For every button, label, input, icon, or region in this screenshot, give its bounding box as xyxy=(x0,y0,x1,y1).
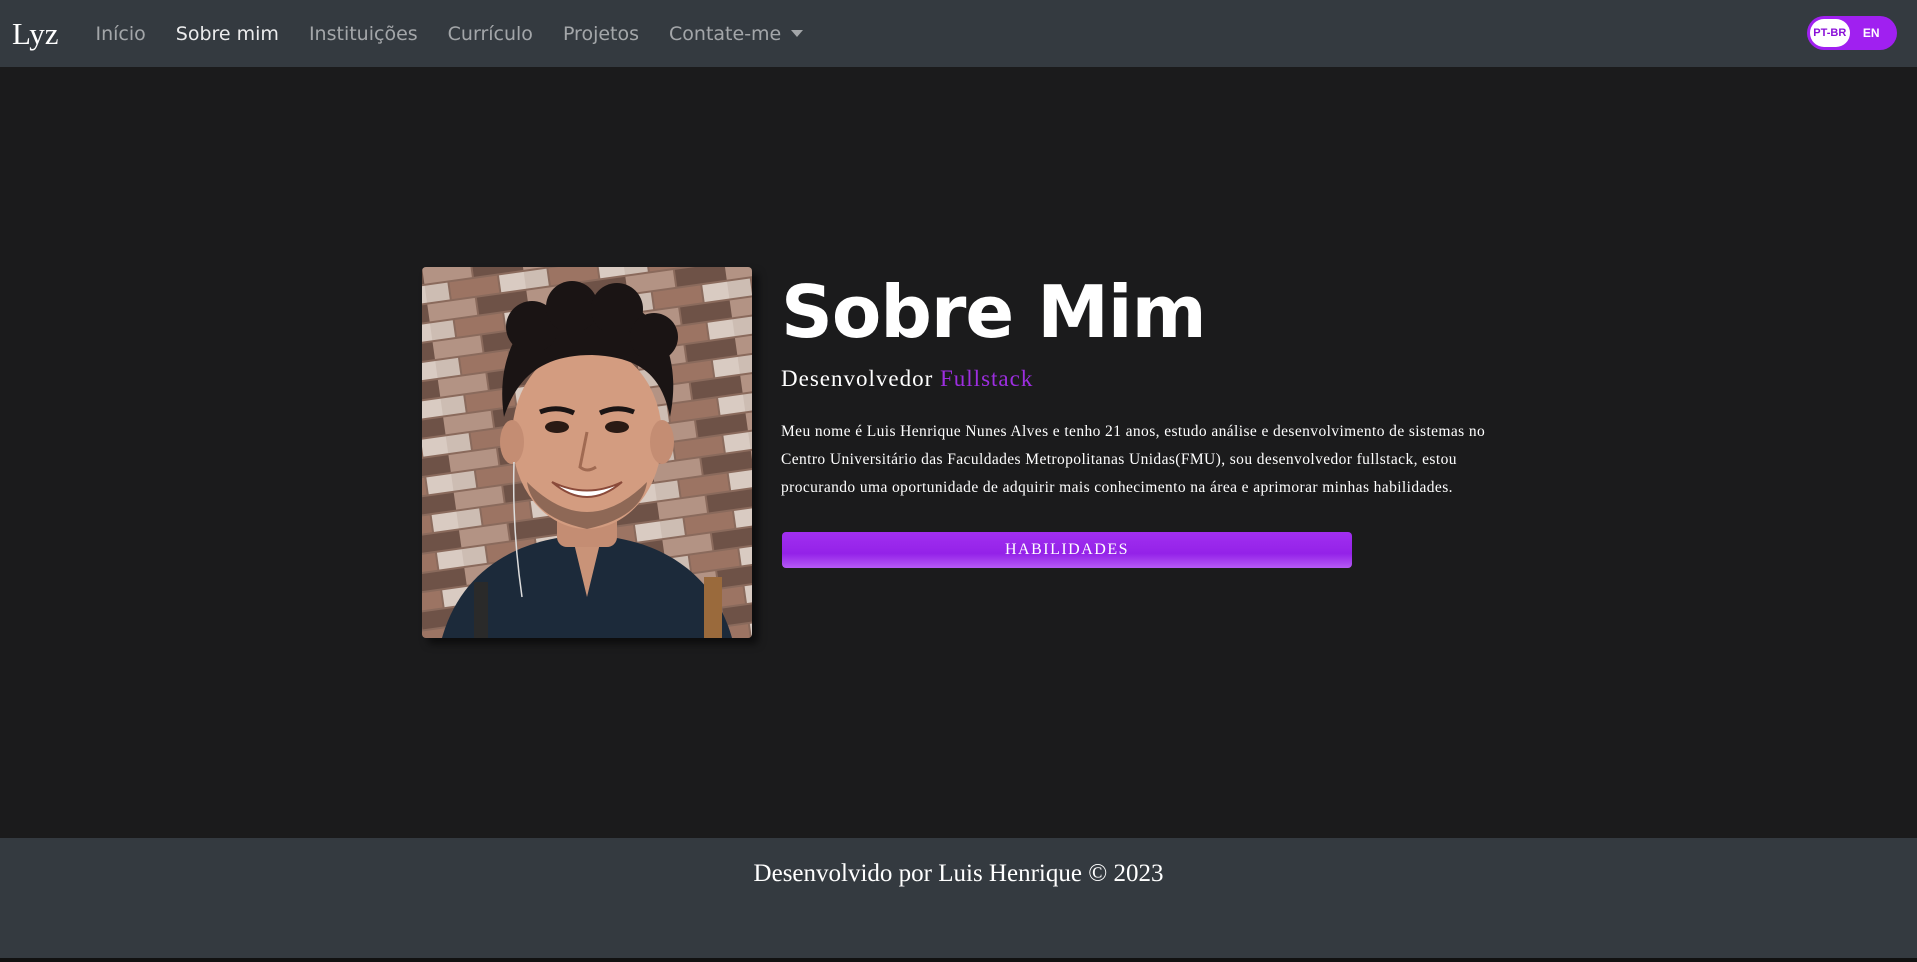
subtitle-role: Desenvolvedor xyxy=(781,366,934,391)
profile-photo xyxy=(422,267,752,638)
language-toggle[interactable]: PT-BR EN xyxy=(1807,16,1897,50)
about-section: Sobre Mim Desenvolvedor Fullstack Meu no… xyxy=(781,262,1501,502)
nav-dropdown-label: Contate-me xyxy=(669,22,782,45)
subtitle: Desenvolvedor Fullstack xyxy=(781,366,1501,400)
footer-bottom-border xyxy=(0,958,1917,962)
nav-link-projetos[interactable]: Projetos xyxy=(563,23,639,45)
nav-link-instituicoes[interactable]: Instituições xyxy=(309,23,418,45)
nav-dropdown-contate-me[interactable]: Contate-me xyxy=(669,22,804,45)
caret-down-icon xyxy=(791,30,804,37)
footer-text: Desenvolvido por Luis Henrique © 2023 xyxy=(753,860,1164,887)
nav-link-curriculo[interactable]: Currículo xyxy=(448,23,533,45)
footer: Desenvolvido por Luis Henrique © 2023 xyxy=(0,838,1917,962)
bio-paragraph: Meu nome é Luis Henrique Nunes Alves e t… xyxy=(781,423,1486,496)
page-title: Sobre Mim xyxy=(781,270,1207,354)
nav-link-inicio[interactable]: Início xyxy=(96,23,146,45)
brand-logo[interactable]: Lyz xyxy=(12,16,59,52)
skills-button[interactable]: HABILIDADES xyxy=(782,532,1352,568)
navbar: Lyz Início Sobre mim Instituições Curríc… xyxy=(0,0,1917,67)
nav-link-sobre-mim[interactable]: Sobre mim xyxy=(176,23,279,45)
nav-links: Início Sobre mim Instituições Currículo … xyxy=(81,23,819,45)
subtitle-accent: Fullstack xyxy=(940,366,1034,391)
language-option-en: EN xyxy=(1862,26,1880,40)
language-selected: PT-BR xyxy=(1810,19,1850,47)
